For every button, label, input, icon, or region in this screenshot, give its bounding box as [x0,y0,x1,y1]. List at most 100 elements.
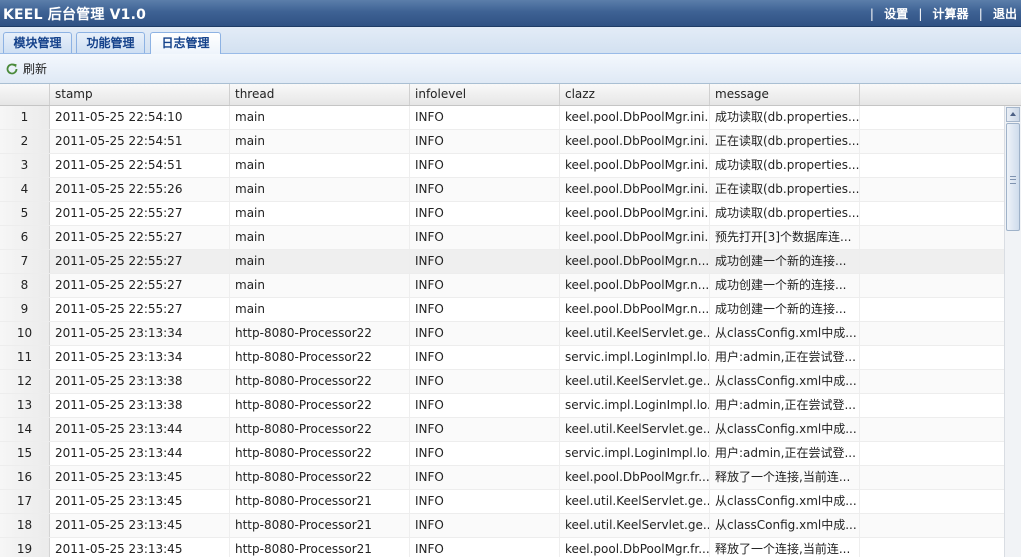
cell-message: 正在读取(db.properties... [710,130,860,153]
cell-infolevel: INFO [410,202,560,225]
table-row[interactable]: 16 2011-05-25 23:13:45 http-8080-Processor… [0,466,1004,490]
cell-infolevel: INFO [410,106,560,129]
cell-clazz: keel.util.KeelServlet.ge... [560,322,710,345]
row-number: 13 [0,394,50,417]
table-row[interactable]: 2 2011-05-25 22:54:51 main INFO keel.pool.Db… [0,130,1004,154]
table-row[interactable]: 7 2011-05-25 22:55:27 main INFO keel.pool.Db… [0,250,1004,274]
refresh-button[interactable]: 刷新 [5,60,47,78]
tab-function-management[interactable]: 功能管理 [76,32,145,53]
row-number: 9 [0,298,50,321]
cell-infolevel: INFO [410,154,560,177]
cell-message: 用户:admin,正在尝试登... [710,394,860,417]
column-header-message[interactable]: message [710,84,860,105]
cell-stamp: 2011-05-25 22:55:27 [50,202,230,225]
row-number: 18 [0,514,50,537]
cell-infolevel: INFO [410,442,560,465]
tab-log-management[interactable]: 日志管理 [150,32,221,54]
table-row[interactable]: 12 2011-05-25 23:13:38 http-8080-Processor… [0,370,1004,394]
scroll-up-arrow-icon[interactable] [1006,107,1020,122]
cell-stamp: 2011-05-25 23:13:45 [50,538,230,557]
cell-infolevel: INFO [410,298,560,321]
cell-message: 成功创建一个新的连接... [710,298,860,321]
cell-stamp: 2011-05-25 23:13:38 [50,394,230,417]
cell-thread: http-8080-Processor21 [230,490,410,513]
table-row[interactable]: 8 2011-05-25 22:55:27 main INFO keel.pool.Db… [0,274,1004,298]
column-header-stamp[interactable]: stamp [50,84,230,105]
table-row[interactable]: 9 2011-05-25 22:55:27 main INFO keel.pool.Db… [0,298,1004,322]
settings-link[interactable]: 设置 [884,5,908,22]
table-row[interactable]: 3 2011-05-25 22:54:51 main INFO keel.pool.Db… [0,154,1004,178]
cell-message: 成功读取(db.properties... [710,154,860,177]
table-row[interactable]: 18 2011-05-25 23:13:45 http-8080-Processor… [0,514,1004,538]
cell-stamp: 2011-05-25 23:13:34 [50,322,230,345]
cell-message: 从classConfig.xml中成... [710,490,860,513]
column-header-infolevel[interactable]: infolevel [410,84,560,105]
calculator-link[interactable]: 计算器 [933,5,969,22]
cell-clazz: keel.util.KeelServlet.ge... [560,418,710,441]
row-number: 8 [0,274,50,297]
cell-thread: main [230,178,410,201]
cell-clazz: keel.pool.DbPoolMgr.ini... [560,130,710,153]
cell-thread: main [230,274,410,297]
table-row[interactable]: 1 2011-05-25 22:54:10 main INFO keel.pool.Db… [0,106,1004,130]
cell-message: 用户:admin,正在尝试登... [710,346,860,369]
table-row[interactable]: 19 2011-05-25 23:13:45 http-8080-Processor… [0,538,1004,557]
row-number: 14 [0,418,50,441]
table-row[interactable]: 11 2011-05-25 23:13:34 http-8080-Processor… [0,346,1004,370]
cell-clazz: keel.util.KeelServlet.ge... [560,370,710,393]
cell-message: 从classConfig.xml中成... [710,418,860,441]
cell-clazz: servic.impl.LoginImpl.lo... [560,442,710,465]
header-nav: | 设置 | 计算器 | 退出 [869,5,1017,22]
row-number: 16 [0,466,50,489]
table-row[interactable]: 14 2011-05-25 23:13:44 http-8080-Processor… [0,418,1004,442]
cell-clazz: keel.pool.DbPoolMgr.ini... [560,178,710,201]
cell-clazz: keel.pool.DbPoolMgr.ini... [560,154,710,177]
row-number: 6 [0,226,50,249]
cell-infolevel: INFO [410,274,560,297]
row-number: 1 [0,106,50,129]
table-row[interactable]: 4 2011-05-25 22:55:26 main INFO keel.pool.Db… [0,178,1004,202]
cell-stamp: 2011-05-25 22:54:51 [50,154,230,177]
tab-module-management[interactable]: 模块管理 [3,32,72,53]
cell-clazz: keel.pool.DbPoolMgr.fr... [560,538,710,557]
row-number: 10 [0,322,50,345]
cell-stamp: 2011-05-25 23:13:45 [50,490,230,513]
scrollbar-thumb[interactable] [1006,123,1020,231]
cell-message: 从classConfig.xml中成... [710,322,860,345]
table-row[interactable]: 17 2011-05-25 23:13:45 http-8080-Processor… [0,490,1004,514]
row-number: 7 [0,250,50,273]
cell-clazz: keel.pool.DbPoolMgr.n... [560,298,710,321]
cell-message: 成功创建一个新的连接... [710,274,860,297]
table-row[interactable]: 15 2011-05-25 23:13:44 http-8080-Processor… [0,442,1004,466]
cell-thread: http-8080-Processor22 [230,418,410,441]
table-row[interactable]: 5 2011-05-25 22:55:27 main INFO keel.pool.Db… [0,202,1004,226]
cell-message: 释放了一个连接,当前连... [710,538,860,557]
cell-infolevel: INFO [410,250,560,273]
vertical-scrollbar[interactable] [1004,106,1021,557]
cell-clazz: keel.pool.DbPoolMgr.n... [560,250,710,273]
column-header-rownumber [0,84,50,105]
cell-infolevel: INFO [410,178,560,201]
cell-thread: main [230,130,410,153]
logout-link[interactable]: 退出 [993,5,1017,22]
table-row[interactable]: 6 2011-05-25 22:55:27 main INFO keel.pool.Db… [0,226,1004,250]
grid-body: 1 2011-05-25 22:54:10 main INFO keel.pool.Db… [0,106,1004,557]
cell-infolevel: INFO [410,370,560,393]
toolbar: 刷新 [0,54,1021,84]
row-number: 12 [0,370,50,393]
column-header-clazz[interactable]: clazz [560,84,710,105]
cell-infolevel: INFO [410,418,560,441]
row-number: 2 [0,130,50,153]
cell-message: 正在读取(db.properties... [710,178,860,201]
table-row[interactable]: 13 2011-05-25 23:13:38 http-8080-Processor… [0,394,1004,418]
cell-message: 预先打开[3]个数据库连... [710,226,860,249]
cell-stamp: 2011-05-25 23:13:45 [50,466,230,489]
cell-infolevel: INFO [410,346,560,369]
cell-message: 成功读取(db.properties... [710,106,860,129]
cell-clazz: servic.impl.LoginImpl.lo... [560,394,710,417]
cell-infolevel: INFO [410,466,560,489]
table-row[interactable]: 10 2011-05-25 23:13:34 http-8080-Processor… [0,322,1004,346]
cell-thread: http-8080-Processor21 [230,538,410,557]
cell-thread: http-8080-Processor22 [230,346,410,369]
column-header-thread[interactable]: thread [230,84,410,105]
